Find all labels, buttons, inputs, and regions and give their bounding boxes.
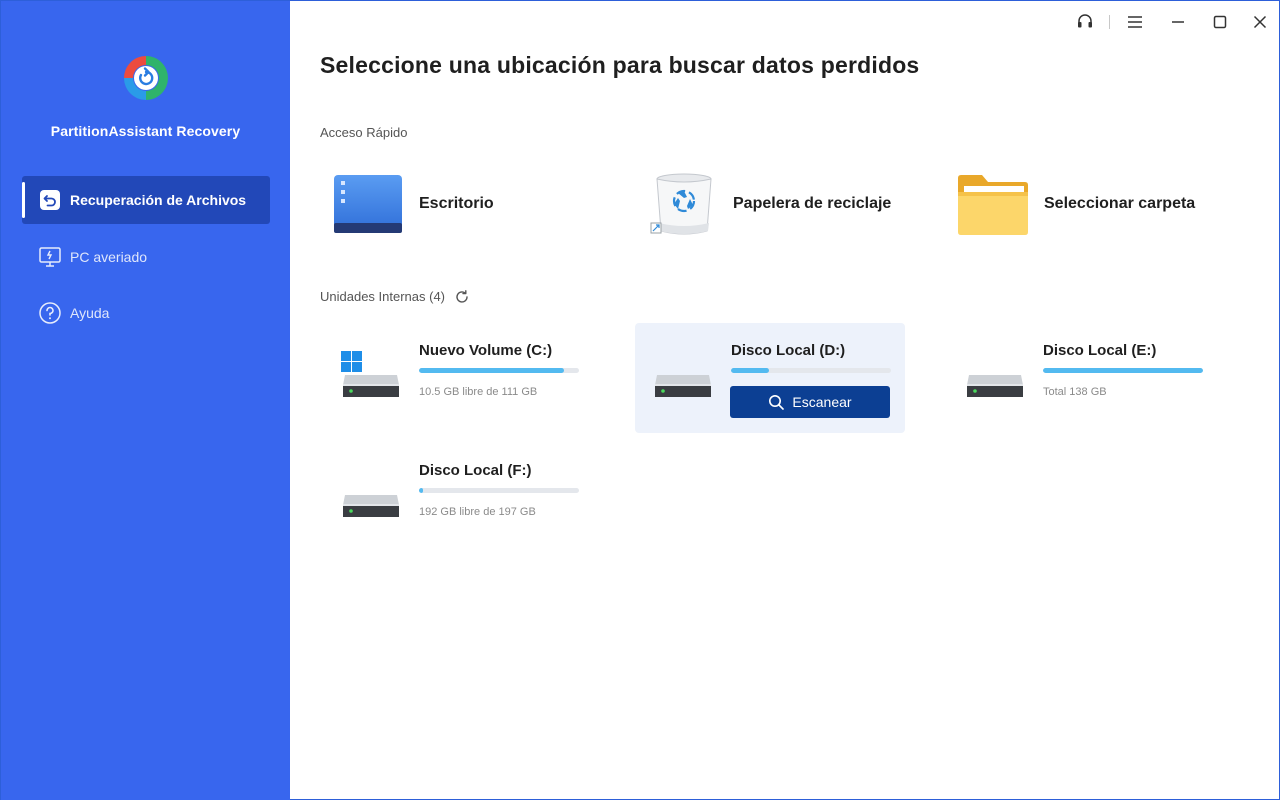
sidebar-item-label: Recuperación de Archivos (70, 192, 247, 208)
maximize-icon[interactable] (1206, 9, 1234, 35)
drive-name: Disco Local (D:) (731, 342, 846, 359)
internal-drives-label: Unidades Internas (4) (320, 289, 446, 304)
quick-access-label-recycle-bin: Papelera de reciclaje (733, 195, 892, 212)
app-name: PartitionAssistant Recovery (50, 123, 241, 139)
drive-card-d[interactable]: Disco Local (D:) Escanear (635, 323, 905, 433)
scan-button[interactable]: Escanear (730, 386, 890, 418)
drive-usage-fill (731, 368, 770, 373)
search-icon (768, 394, 785, 410)
close-icon[interactable] (1246, 9, 1274, 35)
drive-name: Disco Local (E:) (1043, 342, 1157, 359)
quick-access-recycle-bin[interactable]: Papelera de reciclaje (645, 169, 891, 239)
file-recovery-icon (38, 188, 62, 212)
page-title: Seleccione una ubicación para buscar dat… (320, 52, 920, 78)
quick-access-label: Acceso Rápido (320, 125, 408, 140)
titlebar-separator (1109, 15, 1110, 29)
sidebar-item-help[interactable]: Ayuda (22, 289, 270, 337)
minimize-icon[interactable] (1164, 9, 1192, 35)
drive-info: 192 GB libre de 197 GB (419, 506, 536, 518)
headset-icon[interactable] (1071, 9, 1099, 35)
app-logo-icon (121, 53, 171, 103)
quick-access-label-desktop: Escritorio (419, 195, 494, 212)
hard-drive-icon (653, 351, 713, 397)
drive-name: Disco Local (F:) (419, 462, 532, 479)
drive-card-f[interactable]: Disco Local (F:) 192 GB libre de 197 GB (323, 443, 593, 553)
sidebar-item-label: Ayuda (70, 305, 110, 321)
drive-card-e[interactable]: Disco Local (E:) Total 138 GB (947, 323, 1217, 433)
drive-usage-fill (1043, 368, 1203, 373)
recycle-bin-icon (645, 169, 719, 239)
desktop-icon (331, 169, 405, 239)
windows-logo-icon (341, 351, 362, 372)
drive-usage-fill (419, 488, 423, 493)
drive-info: 10.5 GB libre de 111 GB (419, 386, 538, 398)
drive-usage-bar (419, 488, 579, 493)
folder-icon (956, 169, 1030, 239)
help-icon (38, 301, 62, 325)
internal-drives-header: Unidades Internas (4) (320, 289, 469, 304)
drive-usage-bar (731, 368, 891, 373)
drive-name: Nuevo Volume (C:) (419, 342, 553, 359)
quick-access-label-select-folder: Seleccionar carpeta (1044, 195, 1196, 212)
drive-info: Total 138 GB (1043, 386, 1107, 398)
menu-icon[interactable] (1121, 9, 1149, 35)
quick-access-select-folder[interactable]: Seleccionar carpeta (956, 169, 1195, 239)
sidebar-item-crashed-pc[interactable]: PC averiado (22, 233, 270, 281)
crashed-pc-icon (38, 245, 62, 269)
sidebar: PartitionAssistant Recovery Recuperación… (1, 1, 290, 800)
hard-drive-icon (341, 471, 401, 517)
app-window: PartitionAssistant Recovery Recuperación… (0, 0, 1280, 800)
drive-usage-bar (1043, 368, 1203, 373)
sidebar-item-label: PC averiado (70, 249, 148, 265)
drive-usage-fill (419, 368, 564, 373)
hard-drive-icon (341, 351, 401, 397)
sidebar-item-file-recovery[interactable]: Recuperación de Archivos (22, 176, 270, 224)
drive-card-c[interactable]: Nuevo Volume (C:) 10.5 GB libre de 111 G… (323, 323, 593, 433)
drive-usage-bar (419, 368, 579, 373)
hard-drive-icon (965, 351, 1025, 397)
scan-button-label: Escanear (792, 394, 852, 410)
quick-access-desktop[interactable]: Escritorio (331, 169, 494, 239)
refresh-icon[interactable] (455, 289, 469, 304)
